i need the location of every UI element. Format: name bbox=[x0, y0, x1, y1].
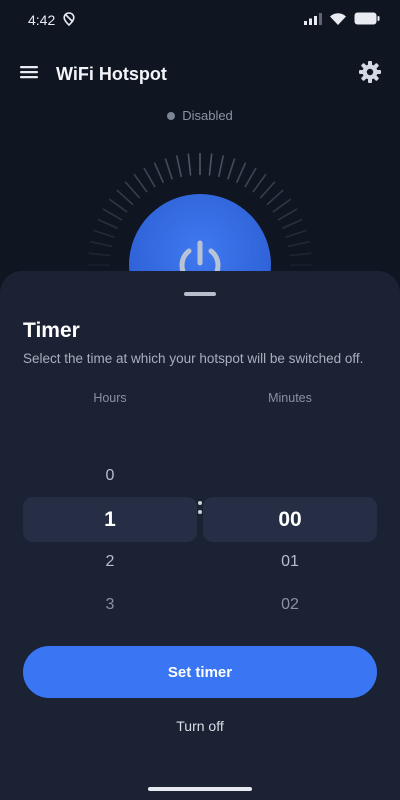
hours-label: Hours bbox=[93, 391, 127, 405]
dial-tick bbox=[108, 198, 128, 213]
dial-tick bbox=[208, 153, 213, 176]
status-bar: 4:42 bbox=[0, 0, 400, 40]
sheet-title: Timer bbox=[23, 319, 80, 342]
dial-tick bbox=[272, 198, 292, 213]
dial-tick bbox=[116, 189, 134, 206]
dial-tick bbox=[187, 153, 192, 176]
dial-tick bbox=[287, 240, 310, 248]
dial-tick bbox=[175, 155, 183, 178]
sheet-drag-handle[interactable] bbox=[184, 292, 216, 296]
minutes-option[interactable]: 01 bbox=[203, 553, 377, 571]
dial-tick bbox=[252, 173, 267, 193]
dial-tick bbox=[143, 167, 156, 188]
minutes-picker[interactable]: 00 01 02 bbox=[203, 455, 377, 615]
status-dot bbox=[167, 111, 176, 120]
home-indicator[interactable] bbox=[148, 787, 252, 791]
dial-tick bbox=[88, 252, 111, 257]
set-timer-button[interactable]: Set timer bbox=[23, 646, 377, 698]
location-off-icon bbox=[63, 11, 75, 29]
status-bar-right bbox=[304, 12, 380, 28]
menu-button[interactable] bbox=[18, 52, 40, 96]
dial-tick bbox=[227, 158, 236, 180]
dial-tick bbox=[102, 208, 123, 221]
sheet-subtitle: Select the time at which your hotspot wi… bbox=[23, 351, 364, 366]
dial-tick bbox=[281, 218, 303, 230]
dial-tick bbox=[289, 252, 312, 257]
page-title: WiFi Hotspot bbox=[56, 63, 167, 84]
dial-tick bbox=[97, 218, 119, 230]
status-time: 4:42 bbox=[28, 12, 56, 28]
dial-tick bbox=[217, 155, 225, 178]
dial-tick bbox=[259, 181, 276, 199]
signal-icon bbox=[304, 12, 322, 28]
minutes-label: Minutes bbox=[268, 391, 312, 405]
dial-tick bbox=[164, 158, 173, 180]
hours-option[interactable]: 2 bbox=[23, 553, 197, 571]
dial-tick bbox=[244, 167, 257, 188]
dial-tick bbox=[285, 229, 307, 238]
dial-tick bbox=[277, 208, 298, 221]
turn-off-button[interactable]: Turn off bbox=[120, 714, 280, 738]
hours-option[interactable]: 3 bbox=[23, 596, 197, 614]
app-bar: WiFi Hotspot bbox=[0, 52, 400, 96]
dial-tick bbox=[133, 173, 148, 193]
settings-button[interactable] bbox=[356, 60, 384, 88]
hours-option[interactable]: 0 bbox=[23, 467, 197, 485]
minutes-option[interactable]: 02 bbox=[203, 596, 377, 614]
hamburger-menu-icon bbox=[19, 64, 39, 85]
battery-icon bbox=[354, 12, 380, 28]
dial-tick bbox=[153, 162, 165, 184]
hours-picker[interactable]: 0 1 2 3 bbox=[23, 455, 197, 615]
dial-tick bbox=[93, 229, 115, 238]
dial-tick bbox=[235, 162, 247, 184]
hotspot-status-label: Disabled bbox=[182, 108, 233, 123]
hotspot-status: Disabled bbox=[0, 108, 400, 123]
dial-tick bbox=[124, 181, 141, 199]
minutes-selected[interactable]: 00 bbox=[203, 497, 377, 542]
gear-icon bbox=[358, 60, 382, 89]
hours-selected[interactable]: 1 bbox=[23, 497, 197, 542]
dial-tick bbox=[90, 240, 113, 248]
timer-bottom-sheet: Timer Select the time at which your hots… bbox=[0, 271, 400, 800]
wifi-icon bbox=[330, 12, 346, 28]
status-bar-left: 4:42 bbox=[28, 11, 75, 29]
dial-tick bbox=[266, 189, 284, 206]
